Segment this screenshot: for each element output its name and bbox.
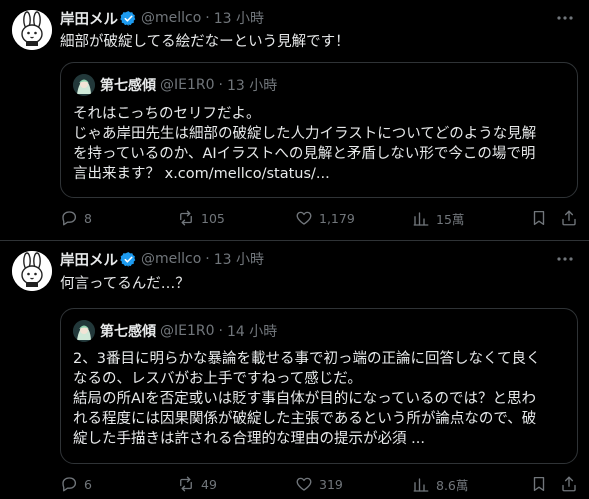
- verified-badge-icon: [120, 251, 136, 267]
- like-button[interactable]: 1,179: [295, 209, 355, 227]
- quoted-line: 2、3番目に明らかな暴論を載せる事で初っ端の正論に回答しなくて良く: [73, 351, 541, 367]
- quoted-line: なるの、レスバがお上手ですねって感じだ。: [73, 371, 362, 387]
- quoted-text: 2、3番目に明らかな暴論を載せる事で初っ端の正論に回答しなくて良く なるの、レス…: [73, 349, 567, 449]
- quoted-line: れる程度には因果関係が破綻した主張であるという所が論点なので、破: [73, 411, 537, 427]
- bookmark-button[interactable]: [530, 475, 554, 493]
- quoted-author-handle: @IE1R0: [160, 77, 215, 93]
- character-avatar-icon: [73, 320, 95, 342]
- author-name[interactable]: 岸田メル: [60, 249, 118, 270]
- reply-icon: [62, 211, 77, 226]
- action-bar: 8 105 1,179 15萬: [60, 209, 580, 229]
- quoted-time: 13 小時: [226, 78, 278, 94]
- quoted-line: それはこっちのセリフだよ。: [73, 106, 261, 122]
- author-handle[interactable]: @mellco: [141, 251, 201, 267]
- rabbit-avatar-icon: [12, 10, 52, 50]
- author-handle[interactable]: @mellco: [141, 10, 201, 26]
- tweet-1[interactable]: 岸田メル @mellco · 13 小時 細部が破綻してる絵だなーという見解です…: [0, 0, 589, 240]
- views-chart-icon: [413, 477, 429, 492]
- tweet-text: 細部が破綻してる絵だなーという見解です！: [60, 34, 350, 50]
- quoted-text: それはこっちのセリフだよ。 じゃあ岸田先生は細部の破綻した人力イラストについてど…: [73, 104, 567, 184]
- reply-count: 8: [84, 210, 92, 226]
- separator-dot: ·: [205, 10, 210, 26]
- views-button[interactable]: 15萬: [412, 209, 464, 228]
- quoted-time: 14 小時: [226, 324, 278, 340]
- bookmark-icon: [533, 476, 545, 492]
- tweet-2[interactable]: 岸田メル @mellco · 13 小時 何言ってるんだ…？ 第七感傾 @IE1…: [0, 241, 589, 499]
- tweet-time[interactable]: 13 小時: [214, 8, 264, 28]
- reply-button[interactable]: 8: [60, 209, 92, 227]
- tweet-header: 岸田メル @mellco · 13 小時: [60, 8, 264, 28]
- quoted-author-name: 第七感傾: [100, 78, 156, 94]
- repost-count: 49: [201, 476, 217, 492]
- quoted-header: 第七感傾 @IE1R0 · 14 小時: [73, 320, 278, 342]
- author-name[interactable]: 岸田メル: [60, 8, 118, 29]
- like-button[interactable]: 319: [295, 475, 343, 493]
- quoted-author-name: 第七感傾: [100, 324, 156, 340]
- tweet-header: 岸田メル @mellco · 13 小時: [60, 249, 264, 269]
- share-button[interactable]: [560, 209, 584, 227]
- quoted-author-handle: @IE1R0: [160, 323, 215, 339]
- tweet-time[interactable]: 13 小時: [214, 249, 264, 269]
- like-count: 319: [319, 476, 343, 492]
- repost-icon: [180, 210, 192, 226]
- quoted-header: 第七感傾 @IE1R0 · 13 小時: [73, 74, 278, 96]
- separator-dot: ·: [218, 77, 223, 93]
- repost-icon: [180, 476, 192, 492]
- share-button[interactable]: [560, 475, 584, 493]
- reply-count: 6: [84, 476, 92, 492]
- quoted-line: 綻した手描きは許される合理的な理由の提示が必須 ...: [73, 431, 425, 447]
- action-bar: 6 49 319 8.6萬: [60, 475, 580, 495]
- separator-dot: ·: [205, 251, 210, 267]
- share-icon: [562, 476, 576, 492]
- more-dots-icon[interactable]: [555, 8, 575, 28]
- reply-button[interactable]: 6: [60, 475, 92, 493]
- separator-dot: ·: [218, 323, 223, 339]
- character-avatar-icon: [73, 74, 95, 96]
- quoted-tweet[interactable]: 第七感傾 @IE1R0 · 14 小時 2、3番目に明らかな暴論を載せる事で初っ…: [60, 308, 578, 464]
- repost-button[interactable]: 49: [177, 475, 217, 493]
- like-count: 1,179: [319, 210, 355, 226]
- repost-button[interactable]: 105: [177, 209, 225, 227]
- bookmark-icon: [533, 210, 545, 226]
- quoted-avatar: [73, 320, 95, 342]
- views-count: 8.6萬: [436, 478, 469, 493]
- quoted-tweet[interactable]: 第七感傾 @IE1R0 · 13 小時 それはこっちのセリフだよ。 じゃあ岸田先…: [60, 62, 578, 198]
- quoted-line: 言出来ます？ x.com/mellco/status/...: [73, 166, 330, 182]
- heart-icon: [296, 477, 312, 491]
- bookmark-button[interactable]: [530, 209, 554, 227]
- views-button[interactable]: 8.6萬: [412, 475, 468, 494]
- heart-icon: [296, 211, 312, 225]
- views-chart-icon: [413, 211, 429, 226]
- repost-count: 105: [201, 210, 225, 226]
- views-count: 15萬: [436, 212, 465, 227]
- quoted-line: 結局の所AIを否定或いは貶す事自体が目的になっているのでは？と思わ: [73, 391, 536, 407]
- share-icon: [562, 210, 576, 226]
- more-dots-icon[interactable]: [555, 249, 575, 269]
- quoted-line: を持っているのか、AIイラストへの見解と矛盾しない形で今この場で明: [73, 146, 536, 162]
- rabbit-avatar-icon: [12, 251, 52, 291]
- tweet-text: 何言ってるんだ…？: [60, 276, 190, 292]
- author-avatar[interactable]: [12, 251, 52, 291]
- author-avatar[interactable]: [12, 10, 52, 50]
- quoted-avatar: [73, 74, 95, 96]
- reply-icon: [62, 477, 77, 492]
- verified-badge-icon: [120, 10, 136, 26]
- quoted-line: じゃあ岸田先生は細部の破綻した人力イラストについてどのような見解: [73, 126, 537, 142]
